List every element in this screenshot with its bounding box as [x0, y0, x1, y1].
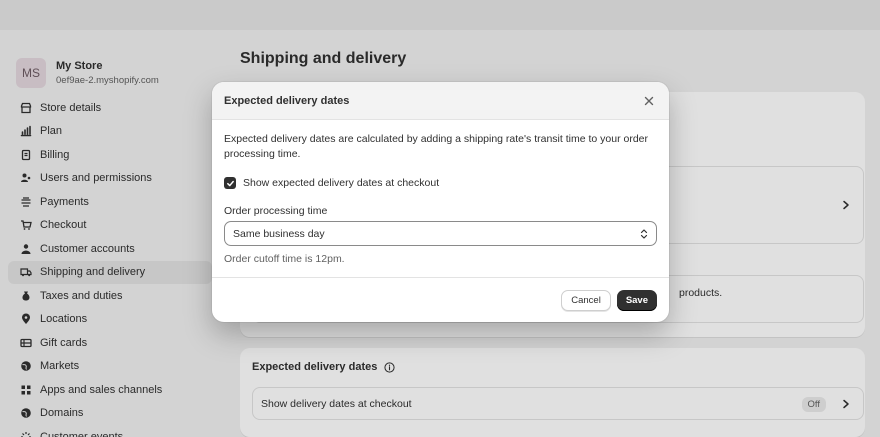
- modal-description: Expected delivery dates are calculated b…: [224, 133, 648, 160]
- checkbox-label: Show expected delivery dates at checkout: [243, 177, 440, 189]
- expected-delivery-modal: Expected delivery dates Expected deliver…: [212, 82, 669, 322]
- cancel-button[interactable]: Cancel: [561, 289, 611, 311]
- show-dates-checkbox[interactable]: [224, 177, 236, 189]
- processing-time-select[interactable]: Same business day: [224, 221, 657, 246]
- close-button[interactable]: [641, 93, 657, 109]
- checkmark-icon: [226, 180, 234, 186]
- cutoff-help-text: Order cutoff time is 12pm.: [224, 253, 345, 265]
- modal-body: Expected delivery dates are calculated b…: [212, 120, 669, 265]
- processing-time-label: Order processing time: [224, 205, 328, 217]
- modal-footer: Cancel Save: [212, 277, 669, 322]
- modal-title: Expected delivery dates: [224, 94, 350, 107]
- modal-header: Expected delivery dates: [212, 82, 669, 120]
- save-button[interactable]: Save: [616, 289, 657, 311]
- close-icon: [644, 96, 654, 105]
- show-dates-checkbox-row[interactable]: Show expected delivery dates at checkout: [224, 177, 657, 189]
- select-value: Same business day: [233, 227, 325, 240]
- select-arrows-icon: [640, 228, 648, 239]
